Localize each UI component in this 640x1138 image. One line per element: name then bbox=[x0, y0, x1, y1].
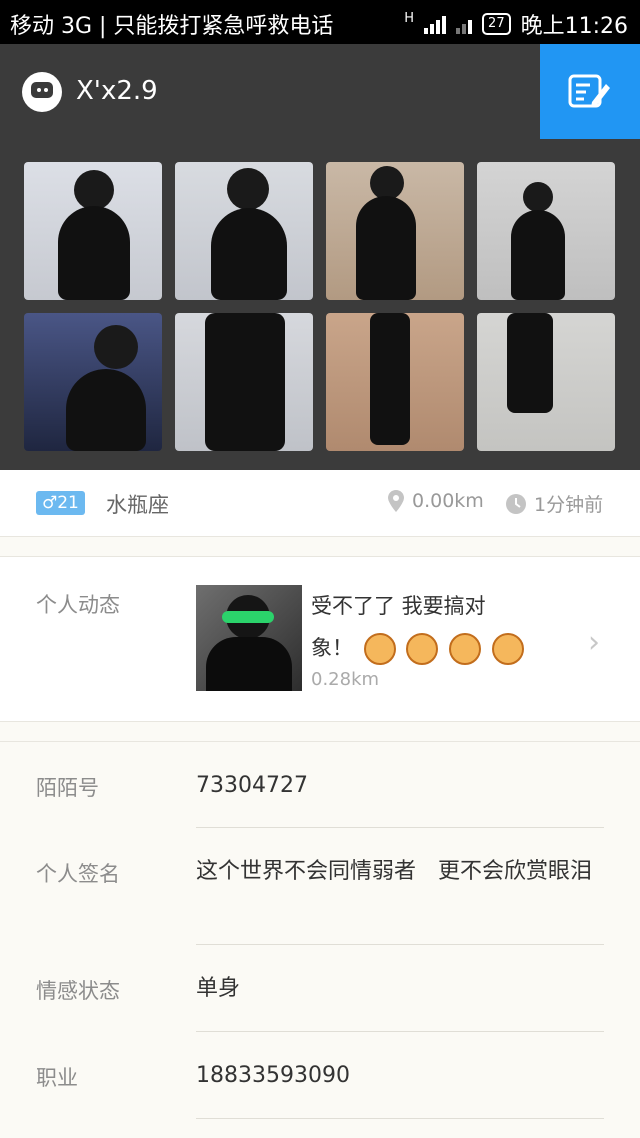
feed-label: 个人动态 bbox=[36, 593, 120, 617]
network-type-indicator: H bbox=[404, 10, 415, 26]
divider bbox=[196, 1118, 604, 1119]
detail-key: 职业 bbox=[36, 1066, 78, 1090]
feed-distance: 0.28km bbox=[311, 669, 380, 690]
location-pin-icon bbox=[388, 490, 404, 512]
photo-5[interactable] bbox=[24, 313, 162, 451]
last-active-text: 1分钟前 bbox=[534, 494, 604, 516]
photo-gallery bbox=[0, 139, 640, 470]
zodiac-label: 水瓶座 bbox=[106, 493, 169, 517]
title-bar: X'x2.9 bbox=[0, 44, 640, 139]
distance-group: 0.00km bbox=[388, 490, 484, 512]
feed-text-line1: 受不了了 我要搞对 bbox=[311, 594, 486, 618]
page-title: X'x2.9 bbox=[76, 76, 158, 106]
feed-text-line2: 象！ bbox=[311, 636, 353, 660]
emoji-icon bbox=[449, 633, 482, 665]
gender-age-badge: ♂21 bbox=[36, 491, 85, 515]
photo-6[interactable] bbox=[175, 313, 313, 451]
profile-info-strip: ♂21 水瓶座 0.00km 1分钟前 bbox=[0, 470, 640, 537]
detail-value: 这个世界不会同情弱者 更不会欣赏眼泪 bbox=[196, 859, 593, 884]
photo-3[interactable] bbox=[326, 162, 464, 300]
clock: 晚上11:26 bbox=[520, 14, 628, 39]
feed-thumbnail[interactable] bbox=[196, 585, 302, 691]
detail-row-momo-id: 陌陌号 73304727 bbox=[0, 742, 640, 828]
secondary-signal-icon bbox=[456, 14, 473, 34]
detail-value: 单身 bbox=[196, 976, 241, 1001]
photo-8[interactable] bbox=[477, 313, 615, 451]
photo-7[interactable] bbox=[326, 313, 464, 451]
detail-row-signature: 个人签名 这个世界不会同情弱者 更不会欣赏眼泪 bbox=[0, 828, 640, 945]
detail-row-relationship: 情感状态 单身 bbox=[0, 945, 640, 1032]
photo-1[interactable] bbox=[24, 162, 162, 300]
status-bar: 移动 3G | 只能拨打紧急呼救电话 H 27 晚上11:26 bbox=[0, 0, 640, 44]
emoji-icon bbox=[406, 633, 439, 665]
detail-row-occupation: 职业 18833593090 bbox=[0, 1032, 640, 1119]
emoji-icon bbox=[363, 633, 396, 665]
feed-text-line2-row: 象！ bbox=[311, 627, 541, 669]
last-active-group: 1分钟前 bbox=[506, 490, 603, 517]
clock-icon bbox=[506, 493, 526, 514]
feed-text: 受不了了 我要搞对 象！ bbox=[311, 585, 541, 669]
photo-4[interactable] bbox=[477, 162, 615, 300]
detail-key: 个人签名 bbox=[36, 862, 120, 886]
edit-profile-button[interactable] bbox=[540, 44, 640, 139]
status-icons: H 27 晚上11:26 bbox=[404, 8, 628, 40]
detail-value: 18833593090 bbox=[196, 1063, 350, 1088]
feed-section[interactable]: 个人动态 受不了了 我要搞对 象！ 0.28km › bbox=[0, 556, 640, 722]
edit-profile-icon bbox=[568, 74, 610, 108]
chat-bubble-icon[interactable] bbox=[22, 72, 62, 112]
detail-key: 陌陌号 bbox=[36, 776, 99, 800]
chevron-right-icon[interactable]: › bbox=[588, 625, 600, 660]
detail-key: 情感状态 bbox=[36, 979, 120, 1003]
profile-details: 陌陌号 73304727 个人签名 这个世界不会同情弱者 更不会欣赏眼泪 情感状… bbox=[0, 741, 640, 1138]
detail-value: 73304727 bbox=[196, 773, 308, 798]
carrier-text: 移动 3G | 只能拨打紧急呼救电话 bbox=[10, 14, 334, 39]
signal-strength-icon bbox=[424, 14, 447, 34]
distance-text: 0.00km bbox=[412, 490, 484, 512]
photo-2[interactable] bbox=[175, 162, 313, 300]
emoji-icon bbox=[491, 633, 524, 665]
battery-icon: 27 bbox=[482, 13, 511, 35]
